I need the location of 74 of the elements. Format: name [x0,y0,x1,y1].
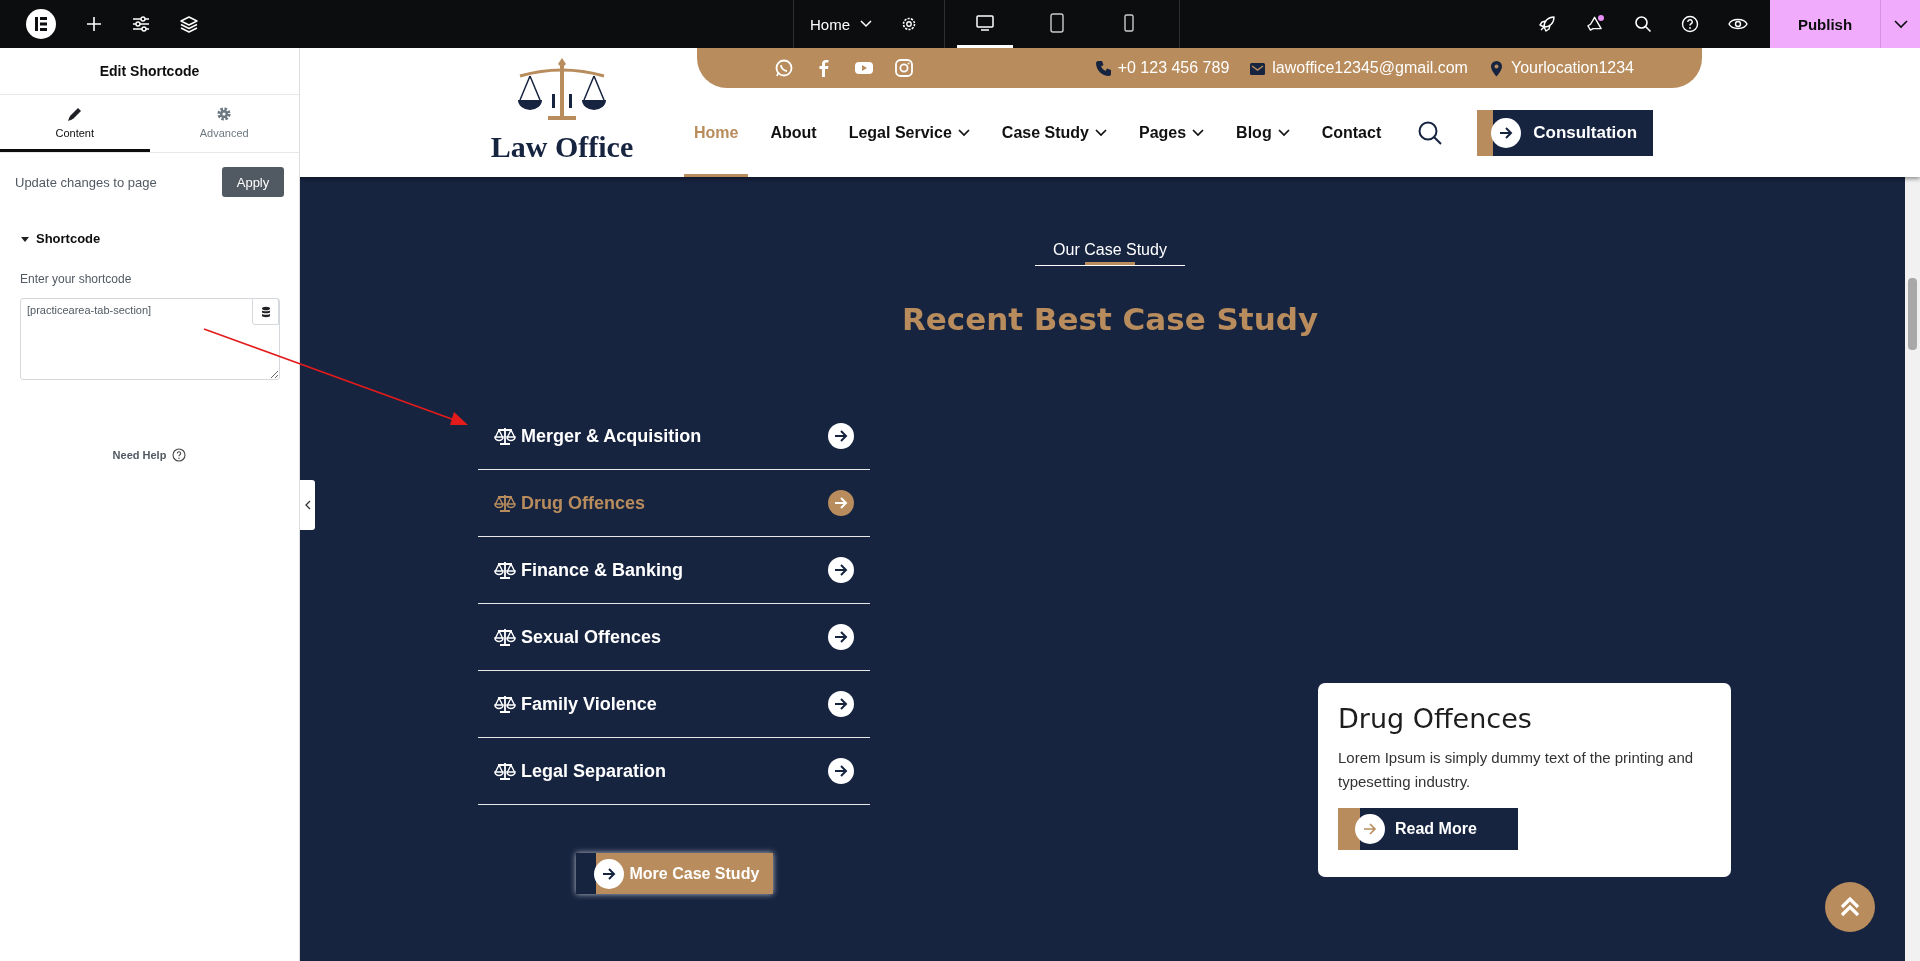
case-tab[interactable]: Merger & Acquisition [478,403,870,470]
eye-icon[interactable] [1728,17,1748,31]
location-text: Yourlocation1234 [1510,59,1634,77]
consultation-button[interactable]: Consultation [1477,109,1654,156]
arrow-right-icon [828,423,854,449]
scrollbar-thumb[interactable] [1908,278,1917,350]
desktop-icon [975,12,995,33]
scales-icon [494,427,516,445]
email-address: lawoffice12345@gmail.com [1272,59,1468,77]
apply-button[interactable]: Apply [222,167,284,197]
scales-icon [494,695,516,713]
help-icon[interactable] [1681,15,1699,33]
instagram-icon[interactable] [894,58,914,78]
help-icon [172,448,187,462]
nav-link[interactable]: Contact [1311,88,1392,177]
nav-link[interactable]: Pages [1128,88,1215,177]
publish-button[interactable]: Publish [1770,0,1880,48]
card-text: Lorem Ipsum is simply dummy text of the printing and typesetting industry. [1338,748,1695,792]
arrow-right-icon [828,557,854,583]
elementor-logo-icon[interactable] [26,9,56,39]
gear-icon [215,105,234,123]
card-title: Drug Offences [1338,703,1533,734]
database-icon [260,305,271,318]
panel-tab[interactable]: Content [0,95,150,152]
update-label: Update changes to page [15,174,157,190]
whatsapp-icon[interactable] [774,58,794,78]
layers-icon[interactable] [180,15,198,33]
phone-number: +0 123 456 789 [1117,59,1230,77]
scales-icon [494,561,516,579]
nav-link[interactable]: Legal Service [838,88,980,177]
nav-link[interactable]: About [760,88,827,177]
case-tab[interactable]: Drug Offences [478,470,870,537]
arrow-right-icon [1355,814,1385,844]
chevron-down-icon [860,20,872,28]
scales-icon [494,762,516,780]
section-toggle[interactable]: Shortcode [20,231,101,246]
panel-title: Edit Shortcode [99,63,200,79]
pencil-icon [65,105,84,123]
panel-tab[interactable]: Advanced [149,95,299,152]
dynamic-tags-button[interactable] [252,298,279,325]
case-tab[interactable]: Legal Separation [478,738,870,805]
sliders-icon[interactable] [132,16,150,32]
double-chevron-up-icon[interactable] [1825,882,1875,932]
case-tab[interactable]: Sexual Offences [478,604,870,671]
search-icon[interactable] [1634,15,1652,33]
scales-icon [494,628,516,646]
case-tab[interactable]: Finance & Banking [478,537,870,604]
rocket-icon[interactable] [1538,15,1556,33]
arrow-right-icon [828,624,854,650]
arrow-right-icon [593,858,624,889]
megaphone-icon[interactable] [1585,14,1605,34]
logo-text: Law Office [490,130,634,164]
plus-icon[interactable] [86,16,102,32]
nav-link[interactable]: Case Study [991,88,1117,177]
arrow-right-icon [828,691,854,717]
chevron-down-icon [1893,19,1908,29]
settings-icon[interactable] [900,15,918,33]
nav-link[interactable]: Blog [1226,88,1300,177]
section-heading: Recent Best Case Study [901,301,1319,337]
arrow-right-icon [1491,117,1522,148]
arrow-right-icon [828,490,854,516]
search-icon[interactable] [1417,119,1444,146]
need-help-link[interactable]: Need Help [0,448,299,462]
shortcode-field[interactable]: [practicearea-tab-section] [20,298,280,380]
case-tab[interactable]: Family Violence [478,671,870,738]
chevron-left-icon [304,500,311,510]
phone-icon [1094,59,1112,77]
arrow-right-icon [828,758,854,784]
section-eyebrow: Our Case Study [1035,241,1185,266]
tablet-icon [1047,12,1067,33]
read-more-button[interactable]: Read More [1338,808,1518,850]
scales-icon [494,494,516,512]
page-menu-dropdown[interactable]: Home [810,15,872,33]
field-label: Enter your shortcode [20,272,133,286]
